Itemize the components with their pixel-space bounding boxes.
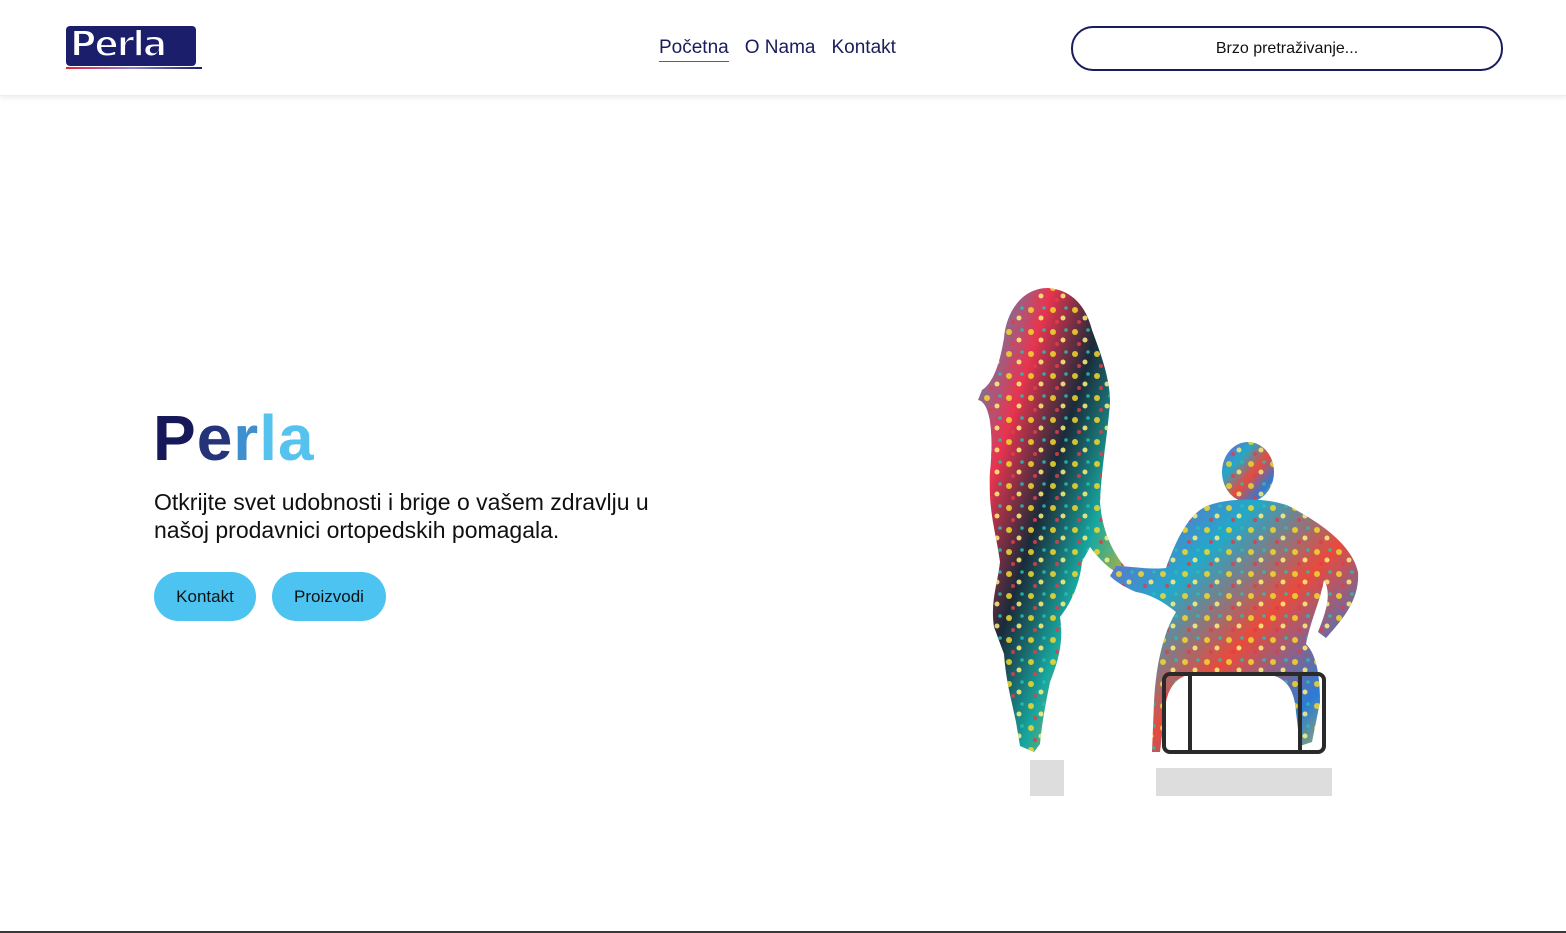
nav-link-o-nama[interactable]: O Nama bbox=[745, 36, 816, 62]
hero-title-part: e bbox=[196, 402, 234, 474]
main-nav: Početna O Nama Kontakt bbox=[659, 36, 896, 62]
kontakt-button[interactable]: Kontakt bbox=[154, 572, 256, 621]
hero-tagline: Otkrijte svet udobnosti i brige o vašem … bbox=[154, 489, 649, 543]
woman-figure bbox=[978, 288, 1126, 752]
logo-underline bbox=[66, 67, 202, 69]
quick-search-input[interactable]: Brzo pretraživanje... bbox=[1071, 26, 1503, 71]
ground-shadow bbox=[1030, 760, 1332, 796]
hero-title: Perla bbox=[153, 400, 315, 476]
people-silhouette-illustration bbox=[978, 288, 1359, 796]
logo-text: Perla bbox=[69, 24, 168, 65]
proizvodi-button[interactable]: Proizvodi bbox=[272, 572, 386, 621]
man-wheelchair-figure bbox=[1110, 442, 1359, 754]
hero-title-part: P bbox=[153, 402, 197, 474]
hero-title-part: r bbox=[233, 402, 260, 474]
site-header: Perla Početna O Nama Kontakt Brzo pretra… bbox=[0, 0, 1566, 96]
nav-link-pocetna[interactable]: Početna bbox=[659, 36, 729, 62]
nav-link-kontakt[interactable]: Kontakt bbox=[831, 36, 895, 62]
hero-title-part: la bbox=[259, 402, 315, 474]
perla-logo[interactable]: Perla bbox=[64, 24, 202, 70]
search-placeholder: Brzo pretraživanje... bbox=[1215, 39, 1359, 57]
